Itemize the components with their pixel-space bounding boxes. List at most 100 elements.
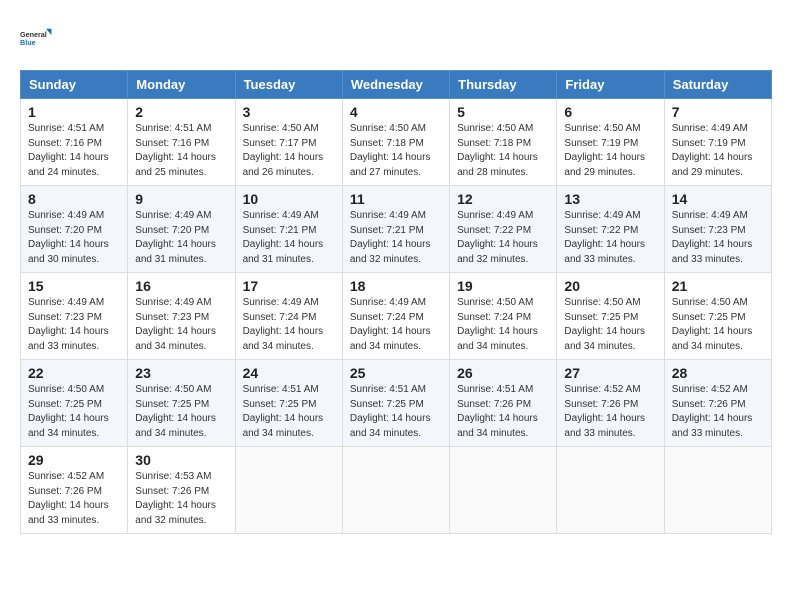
calendar-cell: 16 Sunrise: 4:49 AMSunset: 7:23 PMDayligh…: [128, 273, 235, 360]
calendar-cell: 4 Sunrise: 4:50 AMSunset: 7:18 PMDaylight…: [342, 99, 449, 186]
day-number: 10: [243, 191, 335, 207]
calendar-cell: 30 Sunrise: 4:53 AMSunset: 7:26 PMDayligh…: [128, 447, 235, 534]
day-number: 21: [672, 278, 764, 294]
calendar-cell: 18Sunrise: 4:49 AMSunset: 7:24 PMDayligh…: [342, 273, 449, 360]
calendar-cell: [342, 447, 449, 534]
calendar-header-friday: Friday: [557, 71, 664, 99]
svg-text:General: General: [20, 30, 47, 39]
day-info: Sunrise: 4:49 AMSunset: 7:21 PMDaylight:…: [243, 209, 335, 267]
calendar-week-4: 22 Sunrise: 4:50 AMSunset: 7:25 PMDayligh…: [21, 360, 772, 447]
day-info: Sunrise: 4:50 AMSunset: 7:17 PMDaylight:…: [243, 122, 335, 180]
calendar-cell: [235, 447, 342, 534]
calendar-cell: 14Sunrise: 4:49 AMSunset: 7:23 PMDayligh…: [664, 186, 771, 273]
calendar-cell: 24 Sunrise: 4:51 AMSunset: 7:25 PMDayligh…: [235, 360, 342, 447]
calendar-cell: 21 Sunrise: 4:50 AMSunset: 7:25 PMDayligh…: [664, 273, 771, 360]
calendar-table: SundayMondayTuesdayWednesdayThursdayFrid…: [20, 70, 772, 534]
calendar-cell: 3 Sunrise: 4:50 AMSunset: 7:17 PMDaylight…: [235, 99, 342, 186]
day-number: 24: [243, 365, 335, 381]
day-info: Sunrise: 4:49 AMSunset: 7:22 PMDaylight:…: [564, 209, 656, 267]
day-info: Sunrise: 4:49 AMSunset: 7:21 PMDaylight:…: [350, 209, 442, 267]
logo: GeneralBlue: [20, 20, 56, 56]
day-info: Sunrise: 4:49 AMSunset: 7:19 PMDaylight:…: [672, 122, 764, 180]
day-info: Sunrise: 4:51 AMSunset: 7:16 PMDaylight:…: [28, 122, 120, 180]
calendar-cell: 27 Sunrise: 4:52 AMSunset: 7:26 PMDayligh…: [557, 360, 664, 447]
calendar-week-2: 8 Sunrise: 4:49 AMSunset: 7:20 PMDaylight…: [21, 186, 772, 273]
day-number: 15: [28, 278, 120, 294]
calendar-cell: 17 Sunrise: 4:49 AMSunset: 7:24 PMDayligh…: [235, 273, 342, 360]
day-info: Sunrise: 4:50 AMSunset: 7:25 PMDaylight:…: [564, 296, 656, 354]
day-number: 29: [28, 452, 120, 468]
calendar-cell: 9Sunrise: 4:49 AMSunset: 7:20 PMDaylight…: [128, 186, 235, 273]
day-number: 8: [28, 191, 120, 207]
calendar-header-wednesday: Wednesday: [342, 71, 449, 99]
day-info: Sunrise: 4:50 AMSunset: 7:24 PMDaylight:…: [457, 296, 549, 354]
day-number: 22: [28, 365, 120, 381]
calendar-week-5: 29 Sunrise: 4:52 AMSunset: 7:26 PMDayligh…: [21, 447, 772, 534]
calendar-cell: 28 Sunrise: 4:52 AMSunset: 7:26 PMDayligh…: [664, 360, 771, 447]
day-number: 23: [135, 365, 227, 381]
calendar-cell: 22 Sunrise: 4:50 AMSunset: 7:25 PMDayligh…: [21, 360, 128, 447]
day-number: 6: [564, 104, 656, 120]
calendar-week-1: 1Sunrise: 4:51 AMSunset: 7:16 PMDaylight…: [21, 99, 772, 186]
day-number: 12: [457, 191, 549, 207]
calendar-week-3: 15 Sunrise: 4:49 AMSunset: 7:23 PMDayligh…: [21, 273, 772, 360]
day-info: Sunrise: 4:49 AMSunset: 7:23 PMDaylight:…: [28, 296, 120, 354]
day-number: 3: [243, 104, 335, 120]
day-info: Sunrise: 4:49 AMSunset: 7:20 PMDaylight:…: [28, 209, 120, 267]
day-info: Sunrise: 4:52 AMSunset: 7:26 PMDaylight:…: [28, 470, 120, 528]
calendar-cell: [557, 447, 664, 534]
calendar-header-saturday: Saturday: [664, 71, 771, 99]
calendar-header-tuesday: Tuesday: [235, 71, 342, 99]
calendar-header-thursday: Thursday: [450, 71, 557, 99]
calendar-cell: 20 Sunrise: 4:50 AMSunset: 7:25 PMDayligh…: [557, 273, 664, 360]
day-number: 20: [564, 278, 656, 294]
day-info: Sunrise: 4:50 AMSunset: 7:25 PMDaylight:…: [28, 383, 120, 441]
day-info: Sunrise: 4:49 AMSunset: 7:22 PMDaylight:…: [457, 209, 549, 267]
day-number: 25: [350, 365, 442, 381]
day-number: 4: [350, 104, 442, 120]
day-number: 28: [672, 365, 764, 381]
calendar-cell: 7 Sunrise: 4:49 AMSunset: 7:19 PMDaylight…: [664, 99, 771, 186]
calendar-cell: [664, 447, 771, 534]
day-number: 30: [135, 452, 227, 468]
day-info: Sunrise: 4:52 AMSunset: 7:26 PMDaylight:…: [672, 383, 764, 441]
day-number: 13: [564, 191, 656, 207]
day-number: 11: [350, 191, 442, 207]
calendar-cell: 26Sunrise: 4:51 AMSunset: 7:26 PMDayligh…: [450, 360, 557, 447]
day-number: 9: [135, 191, 227, 207]
svg-text:Blue: Blue: [20, 38, 36, 47]
day-number: 14: [672, 191, 764, 207]
day-number: 27: [564, 365, 656, 381]
day-info: Sunrise: 4:53 AMSunset: 7:26 PMDaylight:…: [135, 470, 227, 528]
calendar-cell: 6 Sunrise: 4:50 AMSunset: 7:19 PMDaylight…: [557, 99, 664, 186]
day-info: Sunrise: 4:49 AMSunset: 7:23 PMDaylight:…: [135, 296, 227, 354]
day-info: Sunrise: 4:50 AMSunset: 7:19 PMDaylight:…: [564, 122, 656, 180]
calendar-cell: 12 Sunrise: 4:49 AMSunset: 7:22 PMDayligh…: [450, 186, 557, 273]
calendar-header-monday: Monday: [128, 71, 235, 99]
day-number: 16: [135, 278, 227, 294]
day-number: 5: [457, 104, 549, 120]
calendar-cell: 29 Sunrise: 4:52 AMSunset: 7:26 PMDayligh…: [21, 447, 128, 534]
day-info: Sunrise: 4:52 AMSunset: 7:26 PMDaylight:…: [564, 383, 656, 441]
calendar-cell: 11 Sunrise: 4:49 AMSunset: 7:21 PMDayligh…: [342, 186, 449, 273]
day-number: 17: [243, 278, 335, 294]
day-info: Sunrise: 4:49 AMSunset: 7:24 PMDaylight:…: [350, 296, 442, 354]
day-number: 19: [457, 278, 549, 294]
calendar-header-sunday: Sunday: [21, 71, 128, 99]
logo-icon: GeneralBlue: [20, 20, 56, 56]
calendar-cell: 19 Sunrise: 4:50 AMSunset: 7:24 PMDayligh…: [450, 273, 557, 360]
day-info: Sunrise: 4:50 AMSunset: 7:18 PMDaylight:…: [350, 122, 442, 180]
calendar-cell: 8 Sunrise: 4:49 AMSunset: 7:20 PMDaylight…: [21, 186, 128, 273]
day-info: Sunrise: 4:49 AMSunset: 7:24 PMDaylight:…: [243, 296, 335, 354]
day-info: Sunrise: 4:50 AMSunset: 7:18 PMDaylight:…: [457, 122, 549, 180]
calendar-cell: 23 Sunrise: 4:50 AMSunset: 7:25 PMDayligh…: [128, 360, 235, 447]
calendar-cell: 10 Sunrise: 4:49 AMSunset: 7:21 PMDayligh…: [235, 186, 342, 273]
calendar-cell: [450, 447, 557, 534]
day-info: Sunrise: 4:50 AMSunset: 7:25 PMDaylight:…: [672, 296, 764, 354]
page: GeneralBlue SundayMondayTuesdayWednesday…: [0, 0, 792, 544]
day-info: Sunrise: 4:51 AMSunset: 7:25 PMDaylight:…: [350, 383, 442, 441]
calendar-cell: 5 Sunrise: 4:50 AMSunset: 7:18 PMDaylight…: [450, 99, 557, 186]
day-number: 7: [672, 104, 764, 120]
day-info: Sunrise: 4:50 AMSunset: 7:25 PMDaylight:…: [135, 383, 227, 441]
day-info: Sunrise: 4:51 AMSunset: 7:25 PMDaylight:…: [243, 383, 335, 441]
